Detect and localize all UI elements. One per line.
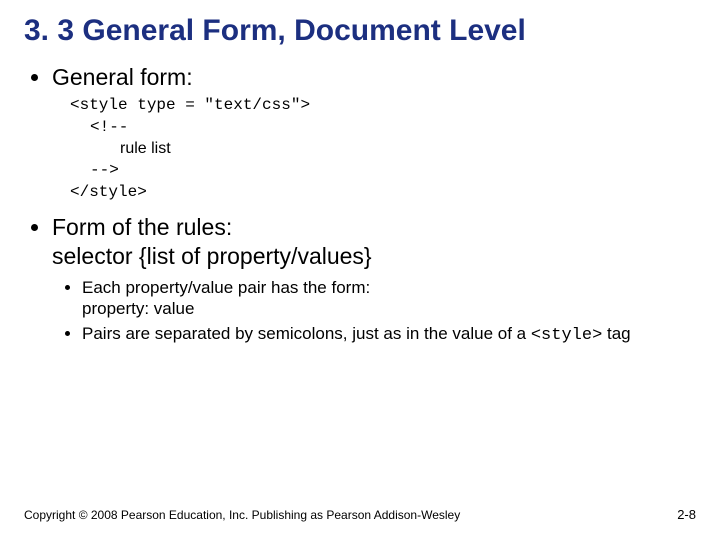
sub-bullet-text: tag xyxy=(602,324,630,343)
code-line: <style type = "text/css"> xyxy=(70,95,696,117)
bullet-form-of-rules: Form of the rules: selector {list of pro… xyxy=(52,213,696,346)
copyright-text: Copyright © 2008 Pearson Education, Inc.… xyxy=(24,508,460,522)
bullet-text: General form: xyxy=(52,64,193,90)
sub-bullet-text: Each property/value pair has the form: xyxy=(82,278,370,297)
code-line: rule list xyxy=(70,138,696,160)
code-line: --> xyxy=(70,160,696,182)
bullet-text: Form of the rules: xyxy=(52,214,232,240)
sub-bullet-text: property: value xyxy=(82,299,194,318)
bullet-general-form: General form: <style type = "text/css"> … xyxy=(52,63,696,204)
slide-title: 3. 3 General Form, Document Level xyxy=(24,14,696,49)
sub-bullet-semicolons: Pairs are separated by semicolons, just … xyxy=(82,323,696,346)
bullet-text: selector {list of property/values} xyxy=(52,243,372,269)
code-line: <!-- xyxy=(70,117,696,139)
inline-code: <style> xyxy=(531,326,602,345)
sub-bullet-text: Pairs are separated by semicolons, just … xyxy=(82,324,531,343)
page-number: 2-8 xyxy=(677,507,696,522)
slide: 3. 3 General Form, Document Level Genera… xyxy=(0,0,720,540)
footer: Copyright © 2008 Pearson Education, Inc.… xyxy=(24,508,696,522)
sub-list: Each property/value pair has the form: p… xyxy=(52,277,696,347)
content-list: General form: <style type = "text/css"> … xyxy=(24,63,696,347)
code-line: </style> xyxy=(70,182,696,204)
code-block: <style type = "text/css"> <!-- rule list… xyxy=(70,95,696,203)
sub-bullet-property-value: Each property/value pair has the form: p… xyxy=(82,277,696,320)
